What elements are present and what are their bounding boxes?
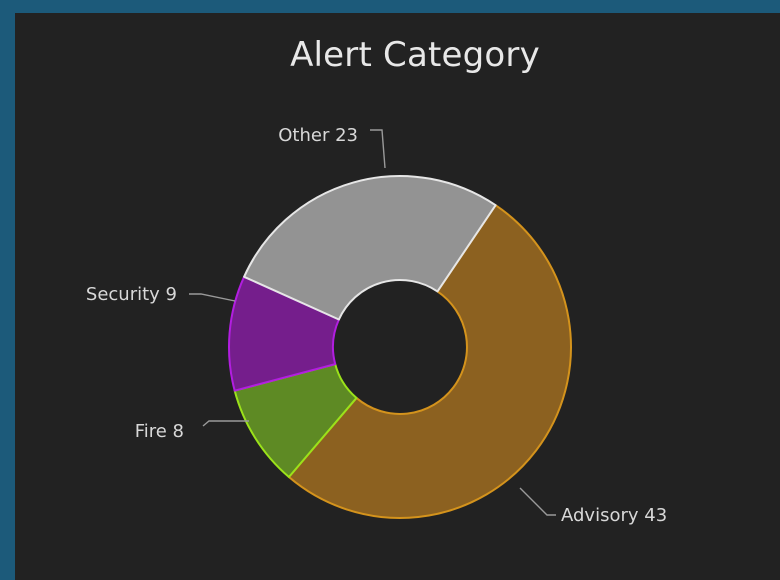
data-label-security: Security 9: [86, 284, 177, 305]
donut-chart: Advisory 43 Fire 8 Security 9 Other 23: [86, 125, 667, 526]
chart-panel: Alert Category Advisory 43 Fire 8 Security…: [15, 13, 780, 580]
leader-line-security: [189, 293, 236, 302]
data-label-advisory: Advisory 43: [561, 505, 667, 526]
data-label-fire: Fire 8: [135, 421, 184, 442]
slices-group: [228, 175, 572, 519]
dashboard-background: Alert Category Advisory 43 Fire 8 Security…: [0, 0, 780, 580]
leader-line-other: [370, 129, 386, 169]
leader-line-advisory: [519, 487, 556, 516]
leader-line-fire: [202, 420, 249, 427]
data-label-other: Other 23: [278, 125, 358, 146]
